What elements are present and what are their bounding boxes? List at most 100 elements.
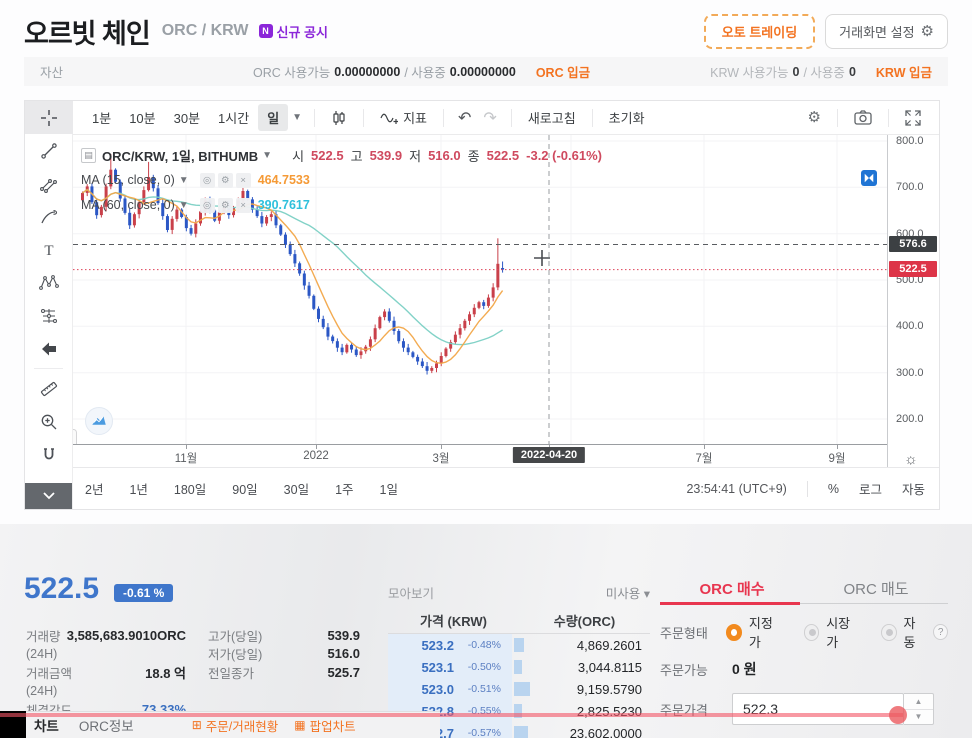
ma60-settings-icon[interactable]: ⚙ — [217, 197, 233, 213]
redo-icon[interactable]: ↷ — [477, 108, 502, 128]
range-bar: 2년 1년 180일 90일 30일 1주 1일 23:54:41 (UTC+9… — [25, 467, 939, 509]
ma15-visibility-icon[interactable]: ◎ — [199, 172, 215, 188]
auto-scale-toggle[interactable]: 자동 — [902, 479, 925, 498]
depth-bar — [514, 638, 524, 652]
timeframe-1h[interactable]: 1시간 — [209, 104, 258, 131]
svg-text:T: T — [44, 243, 53, 259]
exchange-logo-icon[interactable] — [85, 407, 113, 435]
refresh-button[interactable]: 새로고침 — [520, 104, 584, 131]
order-type-label: 주문형태 — [660, 625, 708, 641]
symbol-label[interactable]: ORC/KRW, 1일, BITHUMB — [102, 146, 258, 165]
range-1y[interactable]: 1년 — [129, 479, 147, 498]
xabcd-pattern-tool-icon[interactable] — [25, 266, 73, 299]
symbol-chevron-icon[interactable]: ▼ — [262, 150, 272, 161]
crosshair-price-badge: 576.6 — [889, 236, 937, 252]
ma60-close-icon[interactable]: × — [235, 197, 251, 213]
x-tick: 11월 — [174, 453, 198, 465]
order-price-input[interactable] — [732, 693, 904, 725]
video-progress-handle[interactable] — [889, 706, 907, 724]
y-tick: 700.0 — [896, 181, 924, 193]
chart-plot-area[interactable]: ▤ ORC/KRW, 1일, BITHUMB ▼ 시 522.5 고 539.9 저… — [73, 135, 887, 444]
fullscreen-icon[interactable] — [897, 106, 929, 130]
trendline-tool-icon[interactable] — [25, 134, 73, 167]
timeframe-1m[interactable]: 1분 — [83, 104, 120, 131]
indicators-button[interactable]: 지표 — [372, 104, 435, 131]
chart-settings-icon[interactable]: ⚙ — [800, 106, 829, 129]
help-icon[interactable]: ? — [933, 624, 949, 640]
footer-popup-chart-link[interactable]: ▦ 팝업차트 — [294, 716, 355, 735]
chart-toolbar: 1분 10분 30분 1시간 일 ▼ 지표 ↶ ↷ 새로고침 초기화 ⚙ — [73, 101, 939, 135]
axis-settings-icon[interactable]: ☼ — [904, 451, 918, 468]
drawing-toolbar: T — [25, 101, 73, 509]
unused-dropdown[interactable]: 미사용 ▾ — [606, 583, 650, 602]
ma15-settings-icon[interactable]: ⚙ — [217, 172, 233, 188]
go-to-realtime-button[interactable] — [861, 170, 877, 186]
reset-button[interactable]: 초기화 — [601, 104, 653, 131]
crosshair-date-badge: 2022-04-20 — [512, 447, 586, 463]
stepper-up-icon[interactable]: ▲ — [904, 694, 933, 710]
available-amount: 0 원 — [732, 661, 757, 677]
percent-scale-toggle[interactable]: % — [828, 482, 839, 496]
auto-trading-button[interactable]: 오토 트레이딩 — [703, 13, 816, 49]
y-tick: 400.0 — [896, 320, 924, 332]
radio-auto[interactable] — [880, 623, 897, 641]
change-readout: -3.2 (-0.61%) — [526, 147, 603, 163]
header-buttons: 오토 트레이딩 거래화면 설정 ⚙ — [703, 13, 948, 49]
text-tool-icon[interactable]: T — [25, 233, 73, 266]
stepper-down-icon[interactable]: ▼ — [904, 710, 933, 725]
ma60-label[interactable]: MA (60, close, 0) — [81, 198, 175, 212]
footer-tab-info[interactable]: ORC정보 — [79, 715, 134, 735]
range-1w[interactable]: 1주 — [335, 479, 353, 498]
timeframe-1d[interactable]: 일 — [258, 104, 289, 131]
footer-tab-chart[interactable]: 차트 — [34, 715, 59, 735]
timeframe-dropdown-icon[interactable]: ▼ — [292, 112, 302, 123]
new-notice-badge[interactable]: N 신규 공시 — [258, 22, 328, 41]
ma15-close-icon[interactable]: × — [235, 172, 251, 188]
price-axis[interactable]: 800.0 700.0 600.0 500.0 400.0 300.0 200.… — [887, 135, 939, 468]
back-arrow-icon[interactable] — [25, 332, 73, 365]
krw-balance: KRW 사용가능 0 / 사용중 0 KRW 입금 — [710, 62, 932, 81]
ma15-label[interactable]: MA (15, close, 0) — [81, 173, 175, 187]
range-90d[interactable]: 90일 — [232, 479, 257, 498]
change-badge: -0.61 % — [114, 584, 174, 602]
log-scale-toggle[interactable]: 로그 — [859, 479, 882, 498]
range-2y[interactable]: 2년 — [85, 479, 103, 498]
bottom-panel: 522.5 -0.61 % 거래량 3,585,683.9010ORC (24H)… — [0, 524, 972, 738]
video-progress-bar[interactable] — [0, 713, 903, 717]
pane-drag-handle[interactable] — [73, 429, 77, 444]
legend-collapse-icon[interactable]: ▤ — [81, 147, 96, 163]
time-axis[interactable]: 11월 2022 3월 7월 9월 2022-04-20 — [73, 444, 887, 467]
krw-deposit-link[interactable]: KRW 입금 — [876, 62, 932, 81]
undo-icon[interactable]: ↶ — [452, 108, 477, 128]
orc-deposit-link[interactable]: ORC 입금 — [536, 62, 590, 81]
radio-limit[interactable] — [725, 623, 742, 641]
ask-row[interactable]: 523.1 -0.50% 3,044.8115 — [388, 656, 650, 678]
timeframe-10m[interactable]: 10분 — [120, 104, 164, 131]
group-toggle[interactable]: 모아보기 — [388, 583, 434, 602]
range-30d[interactable]: 30일 — [284, 479, 309, 498]
ma60-visibility-icon[interactable]: ◎ — [199, 197, 215, 213]
collapse-toolbar-button[interactable] — [25, 483, 72, 509]
ruler-tool-icon[interactable] — [25, 372, 73, 405]
range-1d[interactable]: 1일 — [380, 479, 398, 498]
ask-row[interactable]: 523.2 -0.48% 4,869.2601 — [388, 634, 650, 656]
gann-fib-tool-icon[interactable] — [25, 167, 73, 200]
zoom-in-tool-icon[interactable] — [25, 405, 73, 438]
y-tick: 800.0 — [896, 135, 924, 147]
timeframe-30m[interactable]: 30분 — [165, 104, 209, 131]
crosshair-tool-icon[interactable] — [25, 101, 73, 134]
magnet-tool-icon[interactable] — [25, 438, 73, 471]
radio-market[interactable] — [803, 623, 820, 641]
screen-settings-button[interactable]: 거래화면 설정 ⚙ — [825, 13, 948, 49]
candle-style-button[interactable] — [323, 106, 355, 130]
range-180d[interactable]: 180일 — [174, 479, 206, 498]
ask-row[interactable]: 523.0 -0.51% 9,159.5790 — [388, 678, 650, 700]
orc-balance: ORC 사용가능 0.00000000 / 사용중 0.00000000 ORC… — [253, 62, 590, 81]
brush-tool-icon[interactable] — [25, 200, 73, 233]
footer-orders-link[interactable]: ⊞ 주문/거래현황 — [192, 716, 279, 735]
tab-sell[interactable]: ORC 매도 — [804, 570, 948, 603]
clock-label[interactable]: 23:54:41 (UTC+9) — [686, 482, 786, 496]
tab-buy[interactable]: ORC 매수 — [660, 570, 804, 603]
projection-tool-icon[interactable] — [25, 299, 73, 332]
snapshot-camera-icon[interactable] — [846, 106, 880, 129]
